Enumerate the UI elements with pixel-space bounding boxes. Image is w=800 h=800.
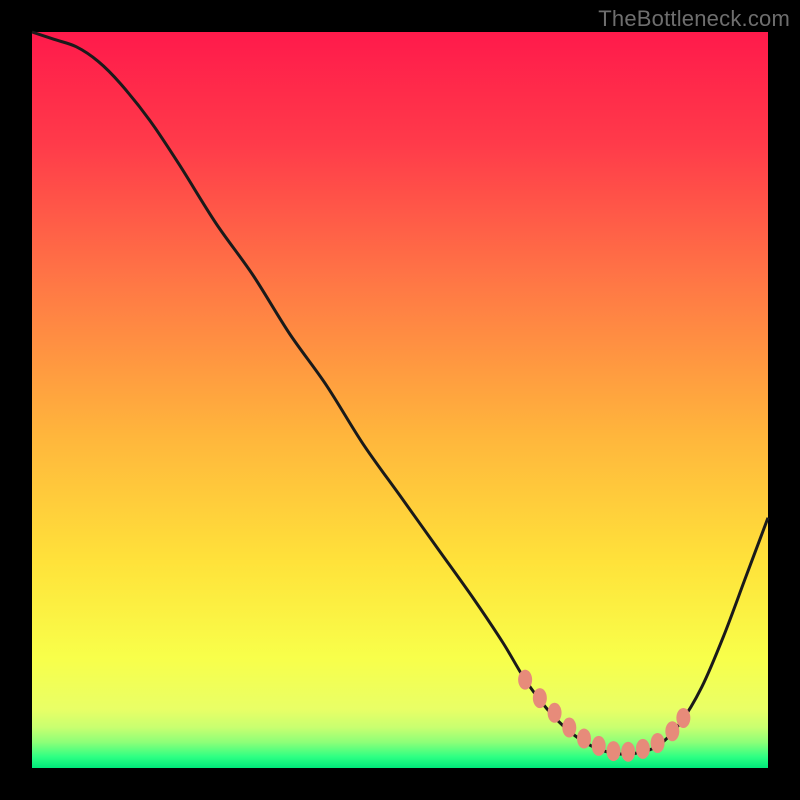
marker-dot	[636, 739, 650, 759]
gradient-background	[32, 32, 768, 768]
marker-dot	[606, 741, 620, 761]
marker-dot	[562, 718, 576, 738]
marker-dot	[621, 742, 635, 762]
marker-dot	[592, 736, 606, 756]
marker-dot	[577, 729, 591, 749]
watermark-text: TheBottleneck.com	[598, 6, 790, 32]
marker-dot	[665, 721, 679, 741]
marker-dot	[651, 733, 665, 753]
bottleneck-chart	[0, 0, 800, 800]
marker-dot	[518, 670, 532, 690]
marker-dot	[548, 703, 562, 723]
marker-dot	[533, 688, 547, 708]
marker-dot	[676, 708, 690, 728]
chart-stage: TheBottleneck.com	[0, 0, 800, 800]
